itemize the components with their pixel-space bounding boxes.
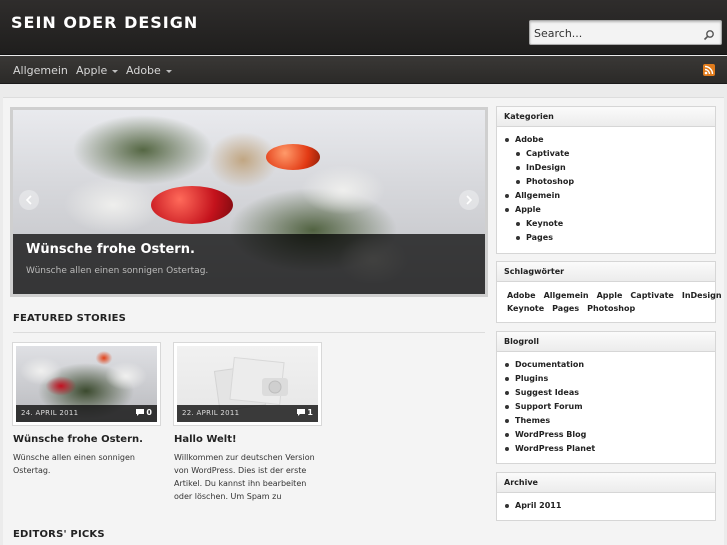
story-excerpt: Willkommen zur deutschen Version von Wor… <box>174 453 315 501</box>
category-item[interactable]: Photoshop <box>497 175 715 189</box>
blogroll-link[interactable]: Plugins <box>497 372 715 386</box>
nav-item-label: Apple <box>76 64 108 77</box>
widget-title: Archive <box>497 473 715 493</box>
widget-categories: Kategorien Adobe Captivate InDesign Phot… <box>496 106 716 254</box>
category-item[interactable]: Allgemein <box>497 189 715 203</box>
category-item[interactable]: InDesign <box>497 161 715 175</box>
story-title[interactable]: Wünsche frohe Ostern. <box>13 434 160 445</box>
category-item[interactable]: Pages <box>497 231 715 245</box>
blogroll-link[interactable]: WordPress Planet <box>497 442 715 456</box>
slider-title[interactable]: Wünsche frohe Ostern. <box>26 242 195 257</box>
blogroll-list: Documentation Plugins Suggest Ideas Supp… <box>497 352 715 456</box>
site-header: SEIN ODER DESIGN <box>0 0 727 55</box>
comment-count[interactable]: 0 <box>136 408 152 417</box>
widget-title: Kategorien <box>497 107 715 127</box>
archive-list: April 2011 <box>497 493 715 513</box>
widget-archive: Archive April 2011 <box>496 472 716 521</box>
rss-icon[interactable] <box>703 64 715 76</box>
story-excerpt-wrap: Willkommen zur deutschen Version von Wor… <box>174 445 321 501</box>
slider-caption: Wünsche frohe Ostern. Wünsche allen eine… <box>13 234 485 294</box>
featured-slider[interactable]: Wünsche frohe Ostern. Wünsche allen eine… <box>10 107 488 297</box>
blogroll-link[interactable]: Themes <box>497 414 715 428</box>
nav-item-label: Adobe <box>126 64 161 77</box>
slider-prev-icon[interactable] <box>19 190 39 210</box>
tag-link[interactable]: InDesign <box>682 291 722 300</box>
search-input[interactable] <box>534 24 699 42</box>
widget-blogroll: Blogroll Documentation Plugins Suggest I… <box>496 331 716 464</box>
search-icon[interactable] <box>703 26 715 41</box>
story-meta-bar: 24. APRIL 2011 0 <box>16 405 157 422</box>
tag-link[interactable]: Photoshop <box>587 304 635 313</box>
slide-image-egg <box>266 144 320 170</box>
nav-item-adobe[interactable]: Adobe <box>126 64 172 77</box>
story-thumbnail[interactable]: 24. APRIL 2011 0 <box>13 343 160 425</box>
story-date: 22. APRIL 2011 <box>182 409 240 417</box>
nav-item-apple[interactable]: Apple <box>76 64 119 77</box>
divider <box>13 332 485 333</box>
category-list: Adobe Captivate InDesign Photoshop Allge… <box>497 127 715 245</box>
site-title[interactable]: SEIN ODER DESIGN <box>11 13 198 32</box>
chevron-down-icon <box>165 69 172 73</box>
editors-picks-heading: EDITORS' PICKS <box>13 529 105 540</box>
tag-link[interactable]: Pages <box>552 304 579 313</box>
comment-icon <box>136 409 145 416</box>
comment-count-value: 1 <box>307 408 313 417</box>
story-excerpt: Wünsche allen einen sonnigen Ostertag. <box>13 453 135 475</box>
widget-title: Blogroll <box>497 332 715 352</box>
featured-stories-heading: FEATURED STORIES <box>13 313 127 324</box>
story-date: 24. APRIL 2011 <box>21 409 79 417</box>
blogroll-link[interactable]: Suggest Ideas <box>497 386 715 400</box>
tag-link[interactable]: Allgemein <box>544 291 589 300</box>
story-card: 22. APRIL 2011 1 Hallo Welt! Willkommen … <box>174 343 321 501</box>
tag-link[interactable]: Keynote <box>507 304 544 313</box>
tag-cloud: Adobe Allgemein Apple Captivate InDesign Key… <box>497 282 722 315</box>
search-box[interactable] <box>529 20 722 45</box>
category-item[interactable]: Keynote <box>497 217 715 231</box>
comment-count-value: 0 <box>146 408 152 417</box>
blogroll-link[interactable]: Documentation <box>497 358 715 372</box>
story-title[interactable]: Hallo Welt! <box>174 434 321 445</box>
comment-count[interactable]: 1 <box>297 408 313 417</box>
widget-tags: Schlagwörter Adobe Allgemein Apple Captivat… <box>496 261 722 323</box>
blogroll-link[interactable]: Support Forum <box>497 400 715 414</box>
widget-title: Schlagwörter <box>497 262 715 282</box>
tag-link[interactable]: Captivate <box>630 291 673 300</box>
comment-icon <box>297 409 306 416</box>
category-item[interactable]: Apple <box>497 203 715 217</box>
chevron-down-icon <box>112 69 119 73</box>
tag-link[interactable]: Adobe <box>507 291 536 300</box>
story-meta-bar: 22. APRIL 2011 1 <box>177 405 318 422</box>
slider-next-icon[interactable] <box>459 190 479 210</box>
slide-image-egg <box>151 186 233 224</box>
category-item[interactable]: Captivate <box>497 147 715 161</box>
main-nav: Allgemein Apple Adobe <box>0 56 727 84</box>
category-item[interactable]: Adobe <box>497 133 715 147</box>
tag-link[interactable]: Apple <box>597 291 623 300</box>
archive-link[interactable]: April 2011 <box>497 499 715 513</box>
nav-item-allgemein[interactable]: Allgemein <box>13 64 68 77</box>
nav-item-label: Allgemein <box>13 64 68 77</box>
slider-excerpt: Wünsche allen einen sonnigen Ostertag. <box>26 266 209 276</box>
blogroll-link[interactable]: WordPress Blog <box>497 428 715 442</box>
story-card: 24. APRIL 2011 0 Wünsche frohe Ostern. W… <box>13 343 160 477</box>
story-thumbnail[interactable]: 22. APRIL 2011 1 <box>174 343 321 425</box>
